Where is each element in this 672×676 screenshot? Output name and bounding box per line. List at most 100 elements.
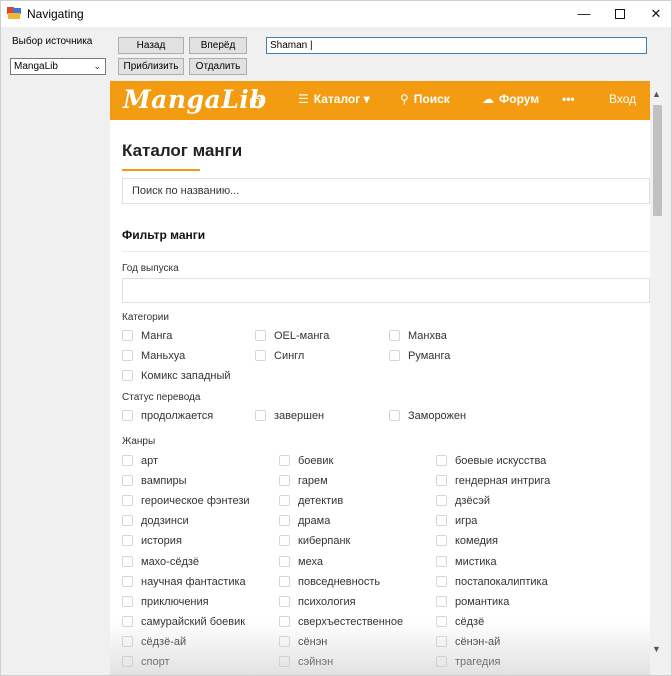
genre-checkbox[interactable]: игра (436, 514, 477, 528)
checkbox[interactable] (279, 535, 290, 547)
nav-forum[interactable]: ☁ Форум (482, 92, 539, 106)
checkbox[interactable] (279, 595, 290, 607)
checkbox[interactable] (389, 350, 400, 361)
genre-checkbox[interactable]: сёдзё (436, 615, 484, 629)
genre-checkbox[interactable]: спорт (122, 655, 170, 669)
genre-checkbox[interactable]: вампиры (122, 474, 187, 488)
maximize-button[interactable] (601, 1, 639, 27)
genre-checkbox[interactable]: психология (279, 595, 356, 609)
category-checkbox[interactable]: Комикс западный (122, 369, 231, 383)
checkbox[interactable] (122, 330, 133, 341)
checkbox[interactable] (255, 330, 266, 341)
genre-checkbox[interactable]: гендерная интрига (436, 474, 550, 488)
checkbox[interactable] (436, 475, 447, 487)
title-search-input[interactable]: Поиск по названию... (122, 178, 650, 204)
forward-button[interactable]: Вперёд (189, 37, 247, 54)
checkbox[interactable] (436, 535, 447, 547)
genre-checkbox[interactable]: сёдзё-ай (122, 635, 186, 649)
checkbox[interactable] (436, 495, 447, 507)
status-checkbox[interactable]: Заморожен (389, 409, 466, 423)
genre-checkbox[interactable]: повседневность (279, 575, 380, 589)
checkbox[interactable] (279, 635, 290, 647)
genre-checkbox[interactable]: драма (279, 514, 330, 528)
genre-checkbox[interactable]: додзинси (122, 514, 189, 528)
category-checkbox[interactable]: Манхва (389, 329, 447, 343)
zoom-out-button[interactable]: Отдалить (189, 58, 247, 75)
genre-checkbox[interactable]: дзёсэй (436, 494, 490, 508)
checkbox[interactable] (122, 656, 133, 667)
genre-checkbox[interactable]: романтика (436, 595, 509, 609)
checkbox[interactable] (389, 410, 400, 421)
checkbox[interactable] (279, 656, 290, 667)
checkbox[interactable] (122, 555, 133, 567)
checkbox[interactable] (436, 555, 447, 567)
nav-login[interactable]: Вход (609, 92, 636, 106)
checkbox[interactable] (436, 595, 447, 607)
checkbox[interactable] (122, 595, 133, 607)
genre-checkbox[interactable]: героическое фэнтези (122, 494, 250, 508)
genre-checkbox[interactable]: боевые искусства (436, 454, 546, 468)
genre-checkbox[interactable]: гарем (279, 474, 328, 488)
url-input[interactable]: Shaman | (266, 37, 647, 54)
checkbox[interactable] (122, 535, 133, 547)
checkbox[interactable] (122, 475, 133, 487)
genre-checkbox[interactable]: меха (279, 555, 323, 569)
genre-checkbox[interactable]: комедия (436, 534, 498, 548)
source-select[interactable]: MangaLib ⌄ (10, 58, 106, 75)
checkbox[interactable] (122, 370, 133, 381)
checkbox[interactable] (279, 575, 290, 587)
genre-checkbox[interactable]: сверхъестественное (279, 615, 403, 629)
genre-checkbox[interactable]: история (122, 534, 182, 548)
zoom-in-button[interactable]: Приблизить (118, 58, 184, 75)
scroll-down-icon[interactable]: ▼ (652, 644, 661, 654)
nav-more[interactable]: ••• (562, 92, 575, 106)
checkbox[interactable] (122, 615, 133, 627)
checkbox[interactable] (122, 455, 133, 466)
checkbox[interactable] (279, 495, 290, 507)
nav-search[interactable]: ⚲ Поиск (400, 92, 450, 106)
scroll-up-icon[interactable]: ▲ (652, 89, 661, 99)
status-checkbox[interactable]: продолжается (122, 409, 213, 423)
site-logo[interactable]: MangaLib (123, 85, 267, 114)
genre-checkbox[interactable]: киберпанк (279, 534, 350, 548)
checkbox[interactable] (279, 515, 290, 527)
genre-checkbox[interactable]: постапокалиптика (436, 575, 548, 589)
checkbox[interactable] (389, 330, 400, 341)
checkbox[interactable] (436, 615, 447, 627)
checkbox[interactable] (279, 555, 290, 567)
category-checkbox[interactable]: Манга (122, 329, 172, 343)
category-checkbox[interactable]: OEL-манга (255, 329, 329, 343)
checkbox[interactable] (255, 350, 266, 361)
genre-checkbox[interactable]: боевик (279, 454, 333, 468)
checkbox[interactable] (122, 635, 133, 647)
checkbox[interactable] (122, 515, 133, 527)
genre-checkbox[interactable]: сэйнэн (279, 655, 333, 669)
checkbox[interactable] (122, 410, 133, 421)
minimize-button[interactable]: — (565, 1, 603, 27)
checkbox[interactable] (279, 455, 290, 466)
category-checkbox[interactable]: Руманга (389, 349, 450, 363)
close-button[interactable]: ✕ (637, 1, 671, 27)
genre-checkbox[interactable]: детектив (279, 494, 343, 508)
year-input[interactable] (122, 278, 650, 303)
genre-checkbox[interactable]: сёнэн (279, 635, 327, 649)
checkbox[interactable] (279, 615, 290, 627)
genre-checkbox[interactable]: сёнэн-ай (436, 635, 500, 649)
checkbox[interactable] (122, 495, 133, 507)
category-checkbox[interactable]: Сингл (255, 349, 304, 363)
checkbox[interactable] (436, 515, 447, 527)
logo-dropdown-icon[interactable]: ▾ (250, 98, 260, 108)
genre-checkbox[interactable]: научная фантастика (122, 575, 246, 589)
checkbox[interactable] (255, 410, 266, 421)
category-checkbox[interactable]: Маньхуа (122, 349, 185, 363)
nav-catalog[interactable]: ☰ Каталог ▾ (298, 92, 370, 106)
status-checkbox[interactable]: завершен (255, 409, 324, 423)
genre-checkbox[interactable]: приключения (122, 595, 209, 609)
checkbox[interactable] (436, 656, 447, 667)
checkbox[interactable] (436, 455, 447, 466)
checkbox[interactable] (436, 575, 447, 587)
checkbox[interactable] (122, 575, 133, 587)
checkbox[interactable] (279, 475, 290, 487)
genre-checkbox[interactable]: трагедия (436, 655, 500, 669)
scroll-thumb[interactable] (653, 105, 662, 216)
